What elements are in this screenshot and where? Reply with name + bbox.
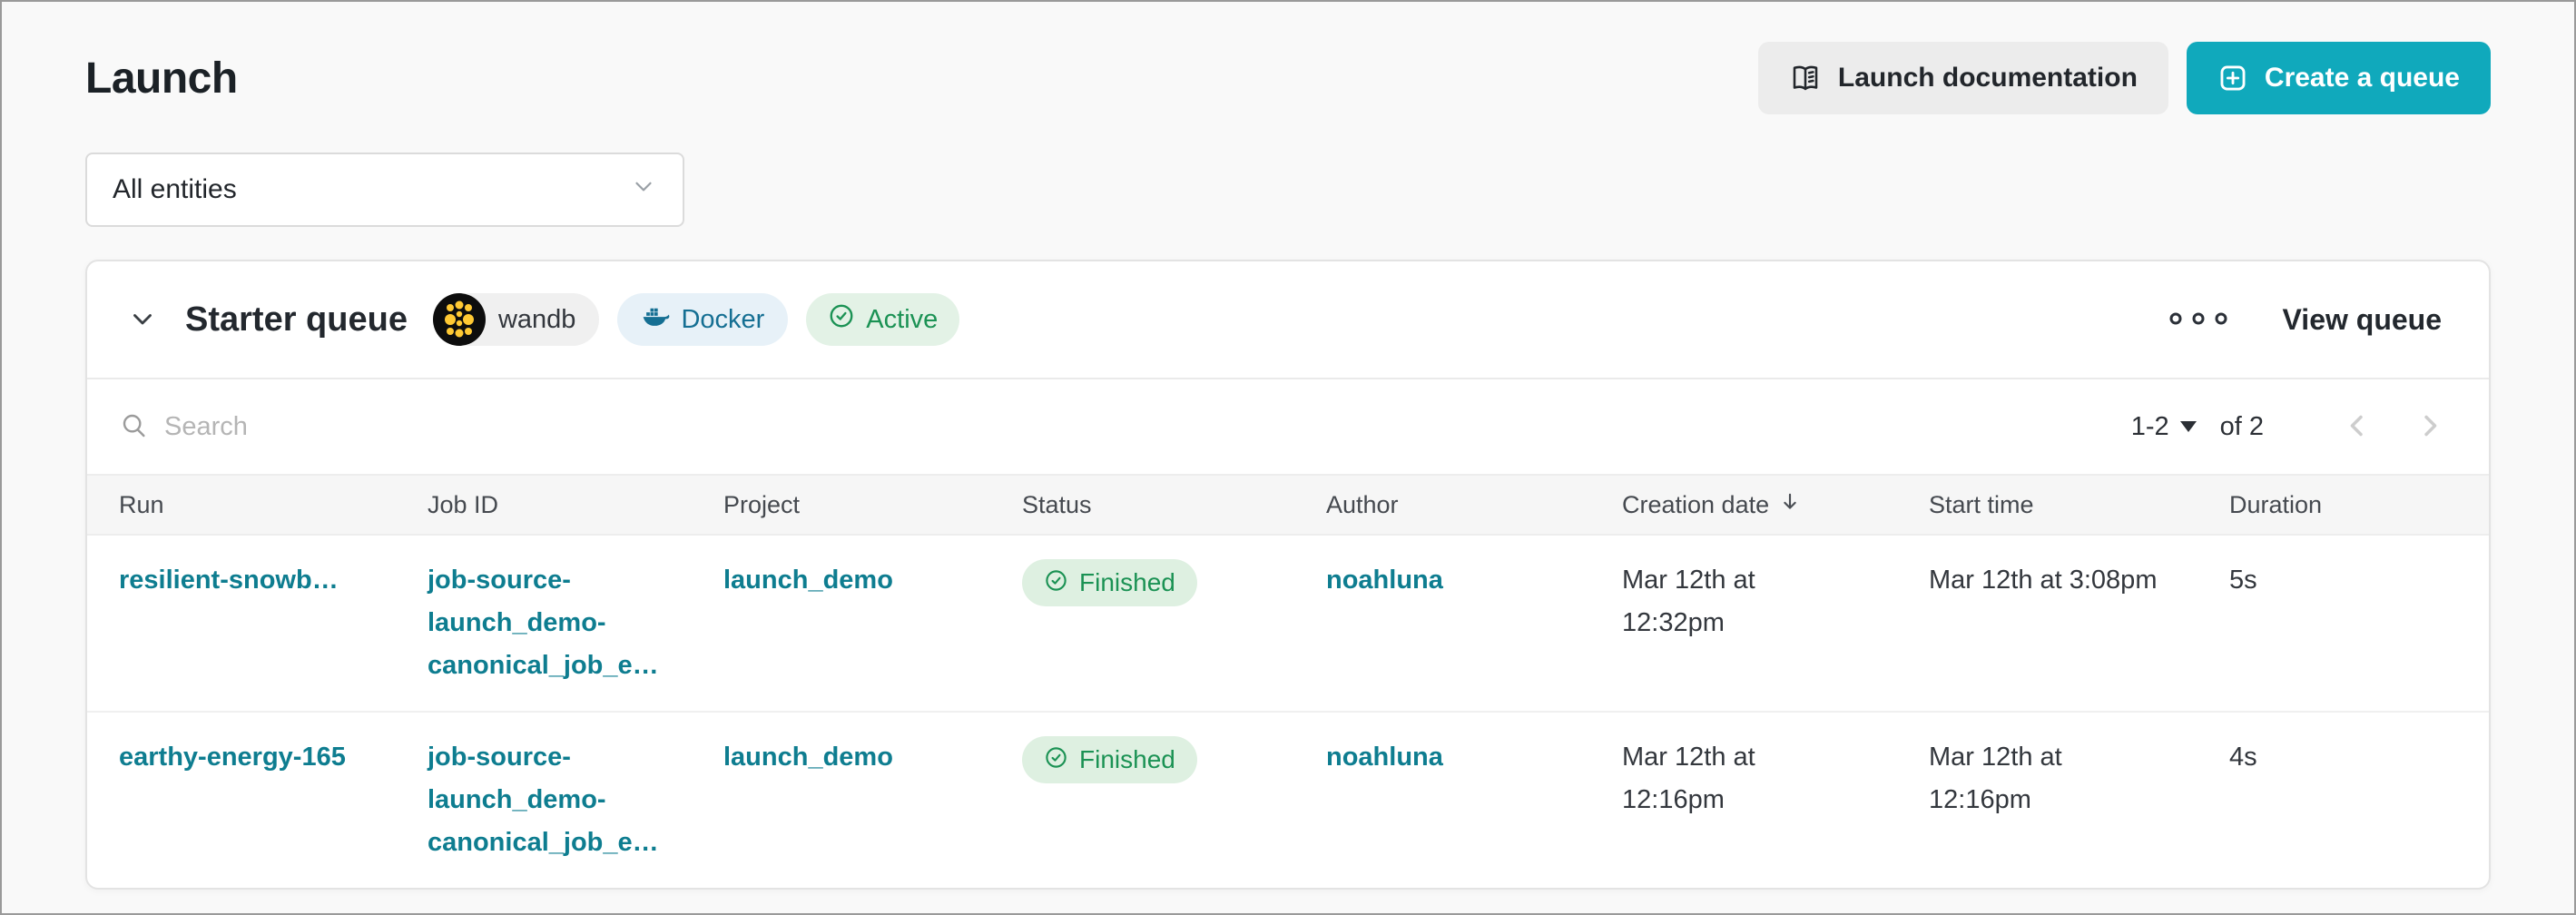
prev-page-button[interactable] [2340, 408, 2374, 446]
search-box [119, 410, 2131, 444]
table-row: earthy-energy-165 job-source-launch_demo… [87, 711, 2489, 888]
launch-documentation-label: Launch documentation [1838, 63, 2138, 93]
author-link[interactable]: noahluna [1326, 743, 1443, 772]
search-input[interactable] [162, 411, 801, 443]
check-circle-icon [828, 302, 855, 337]
check-circle-icon [1044, 745, 1068, 774]
create-queue-label: Create a queue [2265, 63, 2460, 93]
status-label: Finished [1079, 570, 1175, 595]
chevron-down-icon [127, 303, 158, 337]
topbar-actions: Launch documentation Create a queue [1758, 42, 2491, 114]
next-page-button[interactable] [2413, 408, 2447, 446]
overflow-dots-icon [2167, 310, 2230, 330]
column-header-duration[interactable]: Duration [2229, 491, 2456, 519]
start-time-value: Mar 12th at 3:08pm [1929, 559, 2163, 602]
create-queue-button[interactable]: Create a queue [2187, 42, 2491, 114]
page-range-dropdown[interactable]: 1-2 [2131, 412, 2197, 442]
start-time-value: Mar 12th at 12:16pm [1929, 736, 2163, 822]
queue-resource-badge: Docker [617, 293, 788, 346]
column-header-status[interactable]: Status [1022, 491, 1326, 519]
collapse-queue-button[interactable] [127, 303, 158, 337]
column-header-start-time[interactable]: Start time [1929, 491, 2229, 519]
author-link[interactable]: noahluna [1326, 566, 1443, 595]
chevron-left-icon [2340, 408, 2374, 446]
run-link[interactable]: earthy-energy-165 [119, 743, 346, 772]
launch-documentation-button[interactable]: Launch documentation [1758, 42, 2168, 114]
runs-table-section: 1-2 of 2 [87, 378, 2489, 888]
launch-page: Launch Launch documentation [2, 2, 2574, 890]
status-badge: Finished [1022, 559, 1197, 606]
column-header-author[interactable]: Author [1326, 491, 1622, 519]
page-title: Launch [85, 54, 238, 103]
sort-desc-icon [1778, 490, 1802, 520]
entity-filter-select[interactable]: All entities [85, 152, 684, 227]
docker-icon [641, 301, 670, 338]
column-header-run[interactable]: Run [119, 491, 428, 519]
queue-entity-badge[interactable]: wandb [433, 293, 599, 346]
view-queue-button[interactable]: View queue [2283, 303, 2442, 337]
pagination: 1-2 of 2 [2131, 408, 2447, 446]
book-icon [1789, 62, 1822, 94]
column-header-project[interactable]: Project [723, 491, 1022, 519]
queue-status-label: Active [866, 305, 938, 335]
job-id-link[interactable]: job-source-launch_demo-canonical_job_e… [428, 743, 659, 857]
creation-date-value: Mar 12th at 12:16pm [1622, 736, 1856, 822]
table-row: resilient-snowb… job-source-launch_demo-… [87, 536, 2489, 711]
wandb-logo-icon [433, 293, 486, 346]
duration-value: 4s [2229, 736, 2456, 779]
duration-value: 5s [2229, 559, 2456, 602]
check-circle-icon [1044, 568, 1068, 597]
page-total: of 2 [2220, 412, 2264, 442]
table-body: resilient-snowb… job-source-launch_demo-… [87, 536, 2489, 888]
queue-header: Starter queue wandb [87, 261, 2489, 378]
table-toolbar: 1-2 of 2 [87, 379, 2489, 474]
queue-overflow-menu-button[interactable] [2167, 310, 2230, 330]
project-link[interactable]: launch_demo [723, 566, 893, 595]
entity-filter-value: All entities [113, 174, 237, 205]
project-link[interactable]: launch_demo [723, 743, 893, 772]
search-icon [119, 410, 148, 444]
queue-resource-label: Docker [681, 305, 764, 335]
queue-card: Starter queue wandb [85, 260, 2491, 890]
chevron-down-icon [630, 172, 657, 207]
creation-date-value: Mar 12th at 12:32pm [1622, 559, 1856, 644]
queue-entity-label: wandb [498, 305, 575, 335]
chevron-right-icon [2413, 408, 2447, 446]
column-header-job-id[interactable]: Job ID [428, 491, 723, 519]
plus-square-icon [2217, 63, 2248, 93]
page-range-value: 1-2 [2131, 412, 2169, 442]
topbar: Launch Launch documentation [85, 40, 2491, 116]
status-badge: Finished [1022, 736, 1197, 783]
status-label: Finished [1079, 747, 1175, 772]
job-id-link[interactable]: job-source-launch_demo-canonical_job_e… [428, 566, 659, 680]
column-header-creation-date[interactable]: Creation date [1622, 490, 1929, 520]
run-link[interactable]: resilient-snowb… [119, 566, 339, 595]
queue-status-badge: Active [806, 293, 959, 346]
dropdown-triangle-icon [2180, 421, 2197, 432]
queue-name: Starter queue [185, 300, 408, 339]
table-header-row: Run Job ID Project Status Author Creatio… [87, 474, 2489, 536]
